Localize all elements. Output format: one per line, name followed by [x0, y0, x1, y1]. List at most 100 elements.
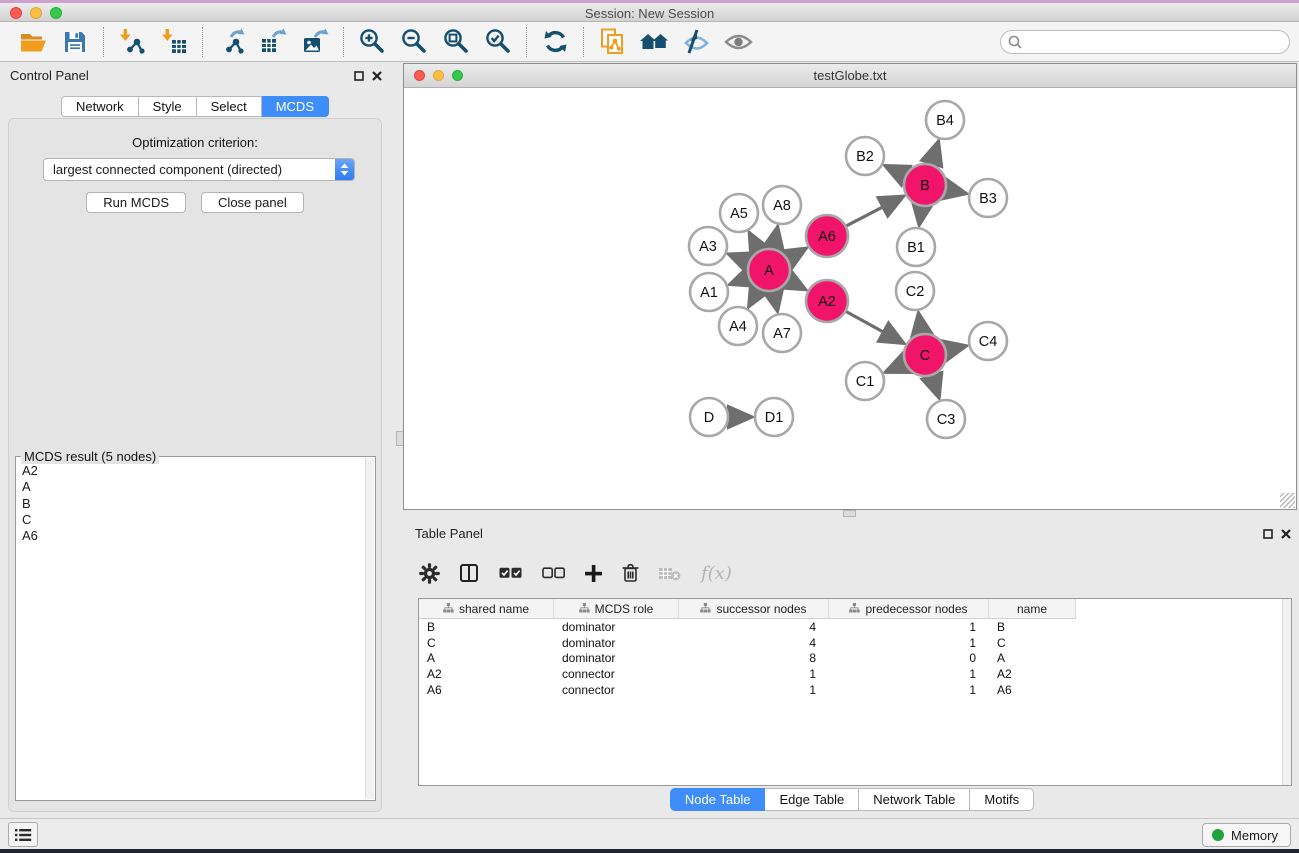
column-header-name[interactable]: name [989, 599, 1076, 619]
zoom-fit-icon[interactable] [435, 25, 477, 59]
node-B[interactable]: B [904, 164, 946, 206]
table-close-panel-icon[interactable] [1281, 527, 1291, 542]
zoom-in-icon[interactable] [351, 25, 393, 59]
task-history-button[interactable] [8, 822, 38, 847]
close-panel-button[interactable]: Close panel [201, 192, 304, 213]
export-image-icon[interactable] [294, 25, 336, 59]
refresh-icon[interactable] [534, 25, 576, 59]
network-graph[interactable]: B4 B2 B B3 A8A5 A6 A3 B1 A A1 C2 A2 A4A7 C C4 C1 C3 D D1 [404, 88, 1296, 509]
result-item[interactable]: A6 [16, 528, 364, 544]
column-header-shared-name[interactable]: shared name [419, 599, 554, 619]
zoom-selected-icon[interactable] [477, 25, 519, 59]
node-A3[interactable]: A3 [689, 227, 727, 265]
table-row[interactable]: Cdominator41C [419, 635, 1291, 651]
result-scrollbar[interactable] [365, 458, 374, 799]
node-B1[interactable]: B1 [897, 228, 935, 266]
table-row[interactable]: Adominator80A [419, 650, 1291, 666]
result-item[interactable]: A2 [16, 463, 364, 479]
tab-select[interactable]: Select [197, 96, 262, 117]
hide-eye-icon[interactable] [675, 25, 717, 59]
add-plus-icon[interactable] [585, 565, 602, 582]
node-A2[interactable]: A2 [806, 280, 848, 322]
result-item[interactable]: A [16, 479, 364, 495]
edge-A-A4[interactable] [749, 289, 758, 306]
save-icon[interactable] [54, 25, 96, 59]
zoom-out-icon[interactable] [393, 25, 435, 59]
edge-A-A8[interactable] [773, 228, 777, 249]
result-item[interactable]: C [16, 512, 364, 528]
node-table[interactable]: shared nameMCDS rolesuccessor nodesprede… [418, 598, 1292, 786]
search-input[interactable] [1000, 30, 1290, 54]
node-A5[interactable]: A5 [720, 194, 758, 232]
node-A6[interactable]: A6 [806, 215, 848, 257]
node-B4[interactable]: B4 [926, 101, 964, 139]
node-C1[interactable]: C1 [846, 362, 884, 400]
edge-C-C4[interactable] [946, 346, 965, 350]
column-layout-icon[interactable] [460, 564, 479, 583]
clear-checkboxes-icon[interactable] [542, 567, 565, 579]
settings-gear-icon[interactable] [419, 563, 440, 584]
edge-B-B1[interactable] [919, 207, 922, 224]
eye-icon[interactable] [717, 25, 759, 59]
edge-C-C1[interactable] [886, 364, 905, 372]
home-icon[interactable] [633, 25, 675, 59]
edge-A-A2[interactable] [788, 280, 805, 289]
edge-A-A6[interactable] [788, 249, 805, 259]
float-panel-icon[interactable] [354, 69, 364, 84]
edge-A-A7[interactable] [773, 292, 777, 311]
run-mcds-button[interactable]: Run MCDS [86, 192, 186, 213]
node-A[interactable]: A [748, 249, 790, 291]
horizontal-divider-handle[interactable] [843, 510, 856, 517]
node-B3[interactable]: B3 [969, 179, 1007, 217]
network-document-icon[interactable] [591, 25, 633, 59]
tab-network-table[interactable]: Network Table [859, 788, 970, 811]
table-row[interactable]: Bdominator41B [419, 619, 1291, 635]
table-row[interactable]: A6connector11A6 [419, 682, 1291, 698]
tab-style[interactable]: Style [139, 96, 197, 117]
window-resize-grip[interactable] [1280, 493, 1295, 508]
close-panel-icon[interactable] [372, 69, 382, 84]
export-table-icon[interactable] [252, 25, 294, 59]
node-C4[interactable]: C4 [969, 322, 1007, 360]
tab-edge-table[interactable]: Edge Table [765, 788, 859, 811]
node-C2[interactable]: C2 [896, 272, 934, 310]
node-B2[interactable]: B2 [846, 137, 884, 175]
edge-B-B2[interactable] [886, 166, 905, 175]
tab-motifs[interactable]: Motifs [970, 788, 1034, 811]
edge-B-B4[interactable] [931, 142, 938, 164]
node-A8[interactable]: A8 [763, 186, 801, 224]
tab-network[interactable]: Network [61, 96, 139, 117]
edge-C-C2[interactable] [919, 314, 922, 334]
optimization-criterion-dropdown[interactable]: largest connected component (directed) [43, 158, 355, 181]
edge-A6-B[interactable] [847, 197, 903, 226]
column-header-MCDS-role[interactable]: MCDS role [554, 599, 679, 619]
result-item[interactable]: B [16, 496, 364, 512]
network-canvas[interactable]: B4 B2 B B3 A8A5 A6 A3 B1 A A1 C2 A2 A4A7 C C4 C1 C3 D D1 [404, 88, 1296, 509]
memory-button[interactable]: Memory [1202, 823, 1291, 847]
column-header-predecessor-nodes[interactable]: predecessor nodes [829, 599, 989, 619]
node-A7[interactable]: A7 [763, 314, 801, 352]
column-header-successor-nodes[interactable]: successor nodes [679, 599, 829, 619]
edge-A-A5[interactable] [750, 233, 759, 250]
import-network-icon[interactable] [111, 25, 153, 59]
edge-A2-C[interactable] [846, 312, 903, 343]
edge-B-B3[interactable] [947, 189, 966, 193]
table-float-panel-icon[interactable] [1263, 527, 1273, 542]
table-scrollbar[interactable] [1282, 599, 1291, 785]
edge-A-A3[interactable] [729, 254, 748, 262]
export-network-icon[interactable] [210, 25, 252, 59]
node-D[interactable]: D [690, 398, 728, 436]
select-all-checkboxes-icon[interactable] [499, 567, 522, 579]
import-table-icon[interactable] [153, 25, 195, 59]
tab-mcds[interactable]: MCDS [262, 96, 329, 117]
node-C[interactable]: C [904, 334, 946, 376]
node-C3[interactable]: C3 [927, 400, 965, 438]
edge-C-C3[interactable] [932, 376, 939, 397]
node-D1[interactable]: D1 [755, 398, 793, 436]
node-A1[interactable]: A1 [690, 273, 728, 311]
table-row[interactable]: A2connector11A2 [419, 666, 1291, 682]
tab-node-table[interactable]: Node Table [670, 788, 766, 811]
edge-A-A1[interactable] [731, 278, 749, 285]
node-A4[interactable]: A4 [719, 307, 757, 345]
folder-open-icon[interactable] [12, 25, 54, 59]
